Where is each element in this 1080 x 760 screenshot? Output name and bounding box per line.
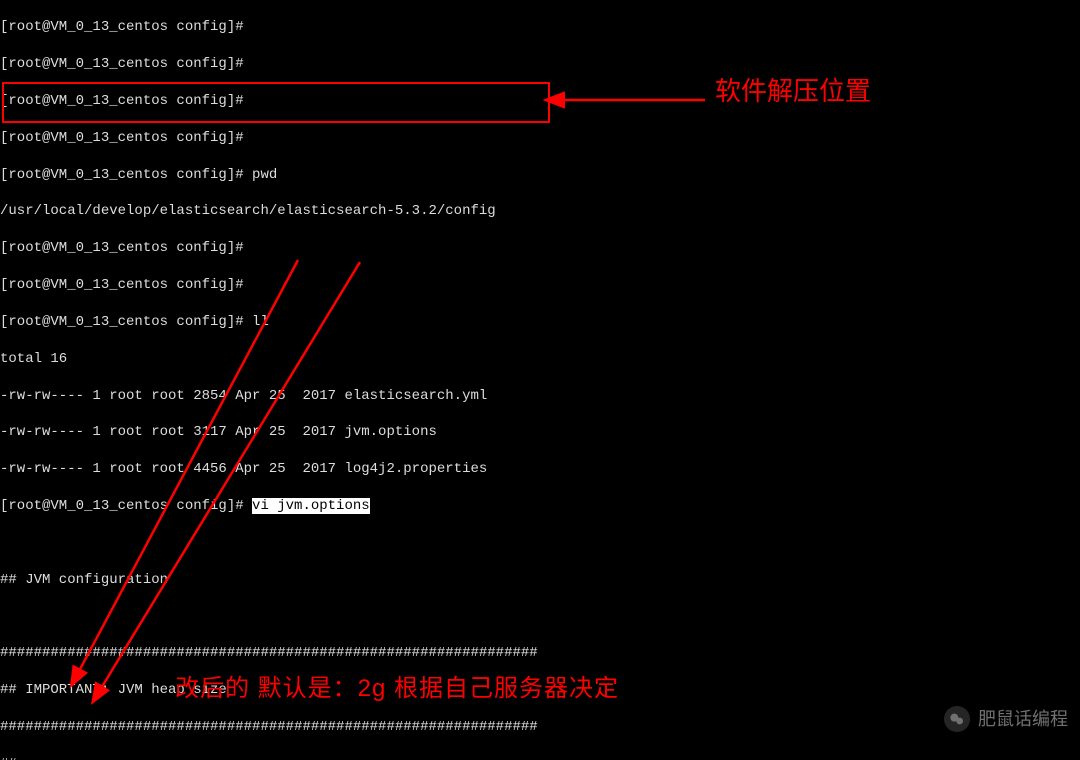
watermark-text: 肥鼠话编程 bbox=[978, 710, 1068, 728]
wechat-icon bbox=[944, 706, 970, 732]
prompt: [root@VM_0_13_centos config]# bbox=[0, 93, 244, 109]
prompt: [root@VM_0_13_centos config]# bbox=[0, 277, 244, 293]
file-content-line: ## bbox=[0, 755, 1080, 760]
prompt: [root@VM_0_13_centos config]# bbox=[0, 498, 244, 514]
file-content-line bbox=[0, 534, 1080, 552]
prompt: [root@VM_0_13_centos config]# bbox=[0, 56, 244, 72]
vi-command-highlighted: vi jvm.options bbox=[252, 498, 370, 514]
file-content-line: ########################################… bbox=[0, 718, 1080, 736]
pwd-output-path: /usr/local/develop/elasticsearch/elastic… bbox=[0, 203, 496, 219]
file-content-line: ## JVM configuration bbox=[0, 571, 1080, 589]
ll-command: ll bbox=[252, 314, 269, 330]
pwd-command: pwd bbox=[252, 167, 277, 183]
prompt: [root@VM_0_13_centos config]# bbox=[0, 130, 244, 146]
ll-row: -rw-rw---- 1 root root 4456 Apr 25 2017 … bbox=[0, 461, 487, 477]
prompt: [root@VM_0_13_centos config]# bbox=[0, 240, 244, 256]
ll-row: -rw-rw---- 1 root root 2854 Apr 25 2017 … bbox=[0, 388, 487, 404]
prompt: [root@VM_0_13_centos config]# bbox=[0, 167, 244, 183]
watermark: 肥鼠话编程 bbox=[944, 706, 1068, 732]
file-content-line: ## IMPORTANT: JVM heap size bbox=[0, 681, 1080, 699]
ll-total: total 16 bbox=[0, 351, 67, 367]
file-content-line bbox=[0, 607, 1080, 625]
ll-row: -rw-rw---- 1 root root 3117 Apr 25 2017 … bbox=[0, 424, 437, 440]
prompt: [root@VM_0_13_centos config]# bbox=[0, 314, 244, 330]
file-content-line: ########################################… bbox=[0, 644, 1080, 662]
terminal-output[interactable]: [root@VM_0_13_centos config]# [root@VM_0… bbox=[0, 0, 1080, 760]
prompt: [root@VM_0_13_centos config]# bbox=[0, 19, 244, 35]
